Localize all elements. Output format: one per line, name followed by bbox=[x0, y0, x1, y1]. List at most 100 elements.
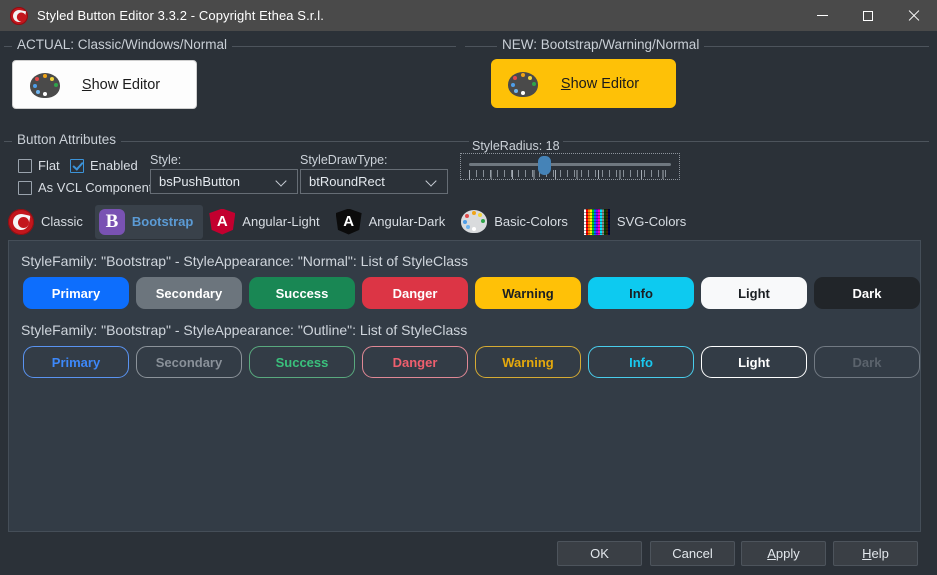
style-combobox[interactable]: bsPushButton bbox=[150, 169, 298, 194]
button-label: Primary bbox=[51, 354, 101, 370]
checkbox-flat[interactable]: Flat bbox=[18, 158, 60, 173]
show-editor-actual-label: Show Editor bbox=[81, 76, 161, 93]
normal-button-row: Primary Secondary Success Danger Warning Info… bbox=[23, 277, 927, 309]
tab-angular-dark[interactable]: A Angular-Dark bbox=[332, 205, 456, 239]
actual-preview-group: ACTUAL: Classic/Windows/Normal Show Edit… bbox=[4, 37, 456, 122]
close-button[interactable] bbox=[891, 0, 937, 31]
show-editor-new-label: Show Editor bbox=[560, 75, 640, 92]
ethea-logo-icon bbox=[10, 6, 28, 25]
normal-button-dark[interactable]: Dark bbox=[814, 277, 920, 309]
window-title: Styled Button Editor 3.3.2 - Copyright E… bbox=[37, 8, 324, 23]
style-family-tabbar: Classic B Bootstrap A Angular-Light A An… bbox=[4, 203, 929, 240]
normal-button-secondary[interactable]: Secondary bbox=[136, 277, 242, 309]
normal-button-light[interactable]: Light bbox=[701, 277, 807, 309]
color-palette-icon bbox=[30, 72, 60, 98]
button-label: Danger bbox=[392, 354, 438, 370]
slider-ticks-major bbox=[469, 170, 671, 179]
tab-basic-colors[interactable]: Basic-Colors bbox=[457, 205, 578, 239]
style-radius-field: StyleRadius: 18 bbox=[460, 139, 680, 180]
window-controls bbox=[799, 0, 937, 31]
ok-label: OK bbox=[590, 546, 609, 561]
ok-button[interactable]: OK bbox=[557, 541, 642, 566]
outline-button-warning[interactable]: Warning bbox=[475, 346, 581, 378]
maximize-icon bbox=[863, 10, 873, 21]
button-label: Success bbox=[275, 285, 329, 301]
bootstrap-b-icon: B bbox=[98, 208, 125, 235]
apply-label: Apply bbox=[767, 546, 800, 561]
checkbox-box bbox=[18, 180, 32, 195]
tab-angular-dark-label: Angular-Dark bbox=[368, 214, 446, 229]
button-label: Light bbox=[738, 354, 770, 370]
color-palette-icon bbox=[461, 209, 488, 235]
outline-button-success[interactable]: Success bbox=[249, 346, 355, 378]
normal-button-info[interactable]: Info bbox=[588, 277, 694, 309]
tab-basic-colors-label: Basic-Colors bbox=[494, 214, 568, 229]
tab-classic[interactable]: Classic bbox=[4, 205, 93, 239]
button-label: Dark bbox=[852, 285, 882, 301]
style-draw-type-label: StyleDrawType: bbox=[300, 153, 388, 167]
help-button[interactable]: Help bbox=[833, 541, 918, 566]
tab-svg-colors[interactable]: SVG-Colors bbox=[580, 205, 696, 239]
button-label: Primary bbox=[51, 285, 101, 301]
color-palette-icon bbox=[508, 71, 538, 97]
ethea-classic-icon bbox=[8, 208, 34, 235]
style-draw-type-combobox[interactable]: btRoundRect bbox=[300, 169, 448, 194]
style-draw-type-value: btRoundRect bbox=[309, 174, 385, 189]
button-label: Info bbox=[629, 354, 653, 370]
tab-angular-light[interactable]: A Angular-Light bbox=[205, 205, 329, 239]
button-label: Warning bbox=[502, 285, 554, 301]
outline-button-info[interactable]: Info bbox=[588, 346, 694, 378]
checkbox-flat-label: Flat bbox=[38, 158, 60, 173]
style-label: Style: bbox=[150, 153, 182, 167]
tab-bootstrap[interactable]: B Bootstrap bbox=[94, 204, 204, 239]
outline-button-light[interactable]: Light bbox=[701, 346, 807, 378]
normal-button-danger[interactable]: Danger bbox=[362, 277, 468, 309]
color-grid-icon bbox=[583, 208, 610, 235]
button-label: Secondary bbox=[155, 285, 223, 301]
outline-button-row: Primary Secondary Success Danger Warning Info… bbox=[23, 346, 927, 378]
checkbox-enabled[interactable]: Enabled bbox=[70, 158, 138, 173]
checkbox-as-vcl-component[interactable]: As VCL Component bbox=[18, 180, 152, 195]
outline-button-secondary[interactable]: Secondary bbox=[136, 346, 242, 378]
outline-button-dark[interactable]: Dark bbox=[814, 346, 920, 378]
slider-thumb[interactable] bbox=[537, 156, 551, 175]
title-bar: Styled Button Editor 3.3.2 - Copyright E… bbox=[0, 0, 937, 31]
show-editor-new-button[interactable]: Show Editor bbox=[491, 59, 676, 108]
tab-bootstrap-label: Bootstrap bbox=[131, 214, 194, 229]
button-label: Dark bbox=[852, 354, 882, 370]
chevron-down-icon bbox=[426, 176, 437, 187]
style-radius-label: StyleRadius: 18 bbox=[469, 139, 563, 153]
normal-button-primary[interactable]: Primary bbox=[23, 277, 129, 309]
new-preview-group: NEW: Bootstrap/Warning/Normal Show Edito… bbox=[465, 37, 929, 122]
tab-classic-label: Classic bbox=[41, 214, 83, 229]
outline-button-danger[interactable]: Danger bbox=[362, 346, 468, 378]
style-field: Style: bsPushButton bbox=[150, 153, 298, 194]
apply-button[interactable]: Apply bbox=[741, 541, 826, 566]
outline-button-primary[interactable]: Primary bbox=[23, 346, 129, 378]
checkbox-enabled-label: Enabled bbox=[90, 158, 138, 173]
styled-button-editor-window: Styled Button Editor 3.3.2 - Copyright E… bbox=[0, 0, 937, 575]
style-radius-slider[interactable]: StyleRadius: 18 bbox=[460, 139, 680, 180]
style-class-panel: StyleFamily: "Bootstrap" - StyleAppearan… bbox=[8, 240, 921, 532]
close-icon bbox=[908, 10, 920, 22]
help-label: Help bbox=[862, 546, 889, 561]
button-label: Danger bbox=[392, 285, 438, 301]
normal-button-warning[interactable]: Warning bbox=[475, 277, 581, 309]
button-label: Info bbox=[629, 285, 653, 301]
checkbox-as-vcl-component-label: As VCL Component bbox=[38, 180, 153, 195]
actual-group-label: ACTUAL: Classic/Windows/Normal bbox=[12, 37, 233, 52]
button-attributes-label: Button Attributes bbox=[12, 132, 122, 147]
show-editor-actual-button[interactable]: Show Editor bbox=[12, 60, 197, 109]
dialog-footer: OK Cancel Apply Help bbox=[0, 532, 937, 575]
slider-track bbox=[469, 163, 671, 166]
button-attributes-group: Button Attributes Flat Enabled As VCL Co… bbox=[4, 132, 929, 197]
style-draw-type-field: StyleDrawType: btRoundRect bbox=[300, 153, 448, 194]
cancel-button[interactable]: Cancel bbox=[650, 541, 735, 566]
normal-section-title: StyleFamily: "Bootstrap" - StyleAppearan… bbox=[21, 253, 469, 269]
new-group-label: NEW: Bootstrap/Warning/Normal bbox=[497, 37, 705, 52]
maximize-button[interactable] bbox=[845, 0, 891, 31]
normal-button-success[interactable]: Success bbox=[249, 277, 355, 309]
cancel-label: Cancel bbox=[672, 546, 713, 561]
minimize-button[interactable] bbox=[799, 0, 845, 31]
style-value: bsPushButton bbox=[159, 174, 240, 189]
